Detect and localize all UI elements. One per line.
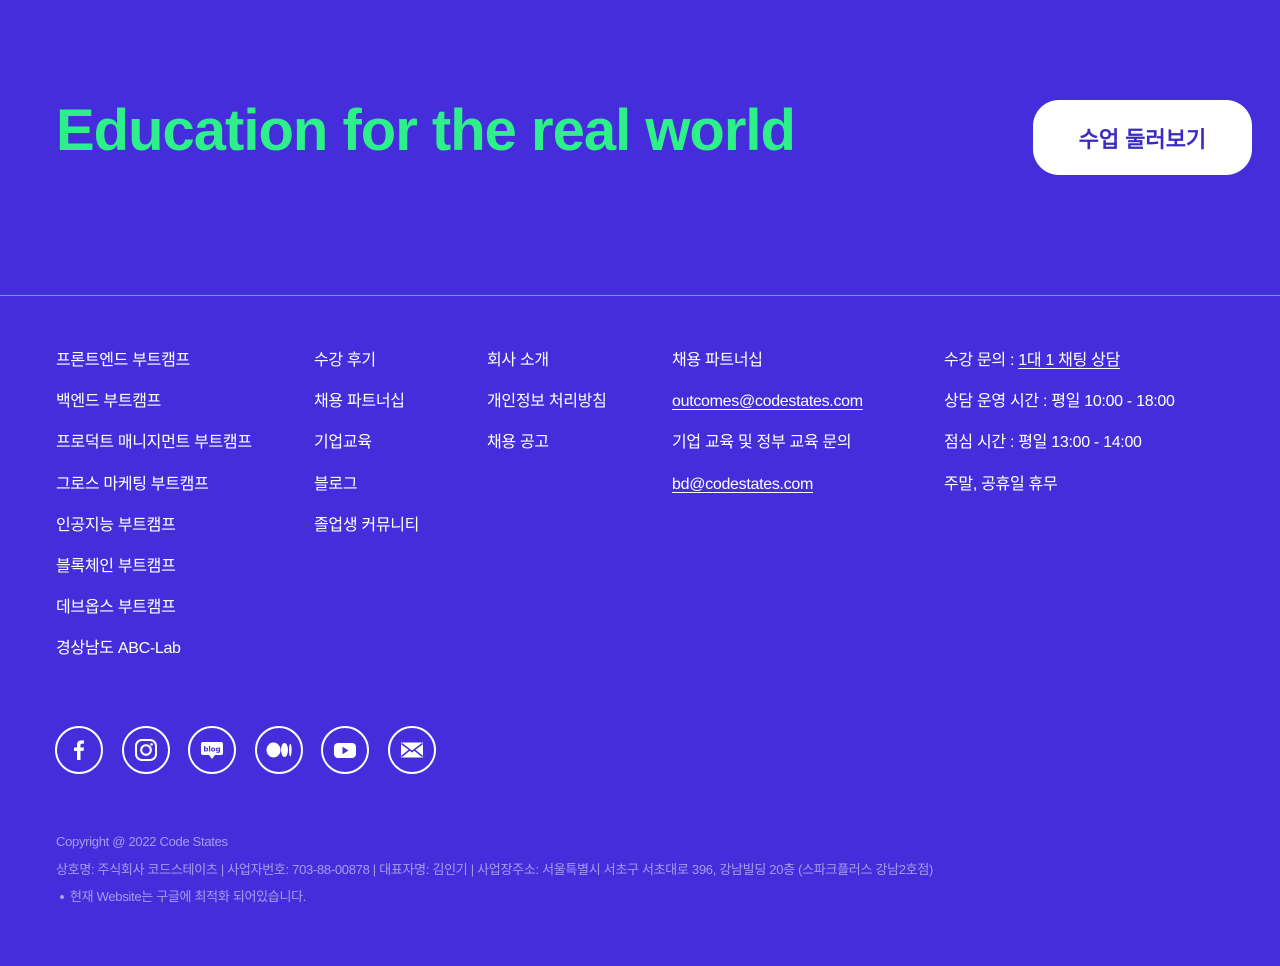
footer-link-privacy[interactable]: 개인정보 처리방침	[487, 390, 607, 431]
footer-link-label[interactable]: 경상남도 ABC-Lab	[56, 640, 181, 657]
browser-notice-text: 현재 Website는 구글에 최적화 되어있습니다.	[70, 889, 307, 904]
mail-icon	[400, 742, 423, 758]
instagram-link[interactable]	[121, 726, 170, 774]
copyright-text: Copyright @ 2022 Code States	[56, 834, 228, 849]
consult-hours: 상담 운영 시간 : 평일 10:00 - 18:00	[944, 393, 1175, 411]
footer-link-frontend[interactable]: 프론트엔드 부트캠프	[56, 349, 252, 390]
footer-divider	[0, 295, 1280, 296]
corporate-email-link[interactable]: bd@codestates.com	[672, 476, 813, 493]
footer-link-label[interactable]: 졸업생 커뮤니티	[314, 517, 419, 534]
bullet-icon	[60, 894, 64, 899]
corporate-inquiry-label: 기업 교육 및 정부 교육 문의	[672, 434, 852, 452]
footer-link-label[interactable]: 프론트엔드 부트캠프	[56, 352, 190, 369]
inquiry-row: 수강 문의 : 1대 1 채팅 상담	[944, 349, 1175, 390]
footer-link-about[interactable]: 회사 소개	[487, 349, 607, 390]
facebook-link[interactable]	[55, 726, 103, 774]
company-links: 회사 소개 개인정보 처리방침 채용 공고	[487, 349, 607, 473]
svg-text:blog: blog	[203, 746, 220, 754]
footer-link-label[interactable]: 개인정보 처리방침	[487, 393, 607, 410]
footer-link-label[interactable]: 수강 후기	[314, 352, 376, 369]
youtube-icon	[334, 743, 356, 758]
inquiry-label: 수강 문의 :	[944, 352, 1019, 369]
footer-link-corporate-education[interactable]: 기업교육	[314, 431, 419, 472]
medium-link[interactable]	[254, 726, 303, 774]
contact-info: 채용 파트너십 outcomes@codestates.com 기업 교육 및 …	[672, 349, 863, 514]
partnership-email-link[interactable]: outcomes@codestates.com	[672, 393, 863, 410]
footer-link-ai[interactable]: 인공지능 부트캠프	[56, 514, 252, 555]
legal-info: Copyright @ 2022 Code States 상호명: 주식회사 코…	[56, 832, 933, 915]
browser-notice: 현재 Website는 구글에 최적화 되어있습니다.	[56, 887, 933, 915]
browse-classes-button[interactable]: 수업 둘러보기	[1033, 100, 1252, 175]
instagram-icon	[134, 739, 157, 761]
bootcamp-links: 프론트엔드 부트캠프 백엔드 부트캠프 프로덕트 매니지먼트 부트캠프 그로스 …	[56, 349, 252, 679]
footer-link-product-management[interactable]: 프로덕트 매니지먼트 부트캠프	[56, 431, 252, 472]
footer-link-label[interactable]: 그로스 마케팅 부트캠프	[56, 476, 209, 493]
footer-link-growth-marketing[interactable]: 그로스 마케팅 부트캠프	[56, 473, 252, 514]
footer-link-label[interactable]: 기업교육	[314, 434, 372, 451]
community-links: 수강 후기 채용 파트너십 기업교육 블로그 졸업생 커뮤니티	[314, 349, 419, 555]
hero-title: Education for the real world	[56, 98, 796, 163]
footer-link-label[interactable]: 인공지능 부트캠프	[56, 517, 176, 534]
footer-link-alumni[interactable]: 졸업생 커뮤니티	[314, 514, 419, 555]
corporate-email-item[interactable]: bd@codestates.com	[672, 473, 863, 514]
mail-link[interactable]	[387, 726, 436, 774]
footer-link-label[interactable]: 프로덕트 매니지먼트 부트캠프	[56, 434, 252, 451]
footer-link-label[interactable]: 백엔드 부트캠프	[56, 393, 161, 410]
youtube-link[interactable]	[321, 726, 369, 774]
footer-link-blog[interactable]: 블로그	[314, 473, 419, 514]
footer-link-label[interactable]: 채용 공고	[487, 434, 549, 451]
support-info: 수강 문의 : 1대 1 채팅 상담 상담 운영 시간 : 평일 10:00 -…	[944, 349, 1175, 514]
footer-link-label[interactable]: 데브옵스 부트캠프	[56, 599, 176, 616]
footer-link-abc-lab[interactable]: 경상남도 ABC-Lab	[56, 637, 252, 678]
footer-link-blockchain[interactable]: 블록체인 부트캠프	[56, 555, 252, 596]
footer-link-backend[interactable]: 백엔드 부트캠프	[56, 390, 252, 431]
footer-link-reviews[interactable]: 수강 후기	[314, 349, 419, 390]
blog-link[interactable]: blog	[188, 726, 236, 774]
medium-icon	[266, 742, 292, 758]
partnership-email-item[interactable]: outcomes@codestates.com	[672, 390, 863, 431]
footer-link-hiring-partnership[interactable]: 채용 파트너십	[314, 390, 419, 431]
chat-consult-link[interactable]: 1대 1 채팅 상담	[1018, 352, 1120, 369]
footer-link-careers[interactable]: 채용 공고	[487, 431, 607, 472]
footer-link-devops[interactable]: 데브옵스 부트캠프	[56, 596, 252, 637]
footer-link-label[interactable]: 채용 파트너십	[314, 393, 405, 410]
footer-link-label[interactable]: 블로그	[314, 476, 358, 493]
holiday-notice: 주말, 공휴일 휴무	[944, 475, 1058, 493]
footer-link-label[interactable]: 회사 소개	[487, 352, 549, 369]
lunch-hours: 점심 시간 : 평일 13:00 - 14:00	[944, 434, 1142, 452]
blog-icon: blog	[201, 742, 223, 759]
footer-link-label[interactable]: 블록체인 부트캠프	[56, 558, 176, 575]
facebook-icon	[74, 740, 84, 760]
social-links: blog	[55, 726, 436, 774]
business-info: 상호명: 주식회사 코드스테이츠 | 사업자번호: 703-88-00878 |…	[56, 861, 934, 877]
partnership-label: 채용 파트너십	[672, 352, 763, 369]
page: Education for the real world 수업 둘러보기 프론트…	[0, 0, 1280, 966]
